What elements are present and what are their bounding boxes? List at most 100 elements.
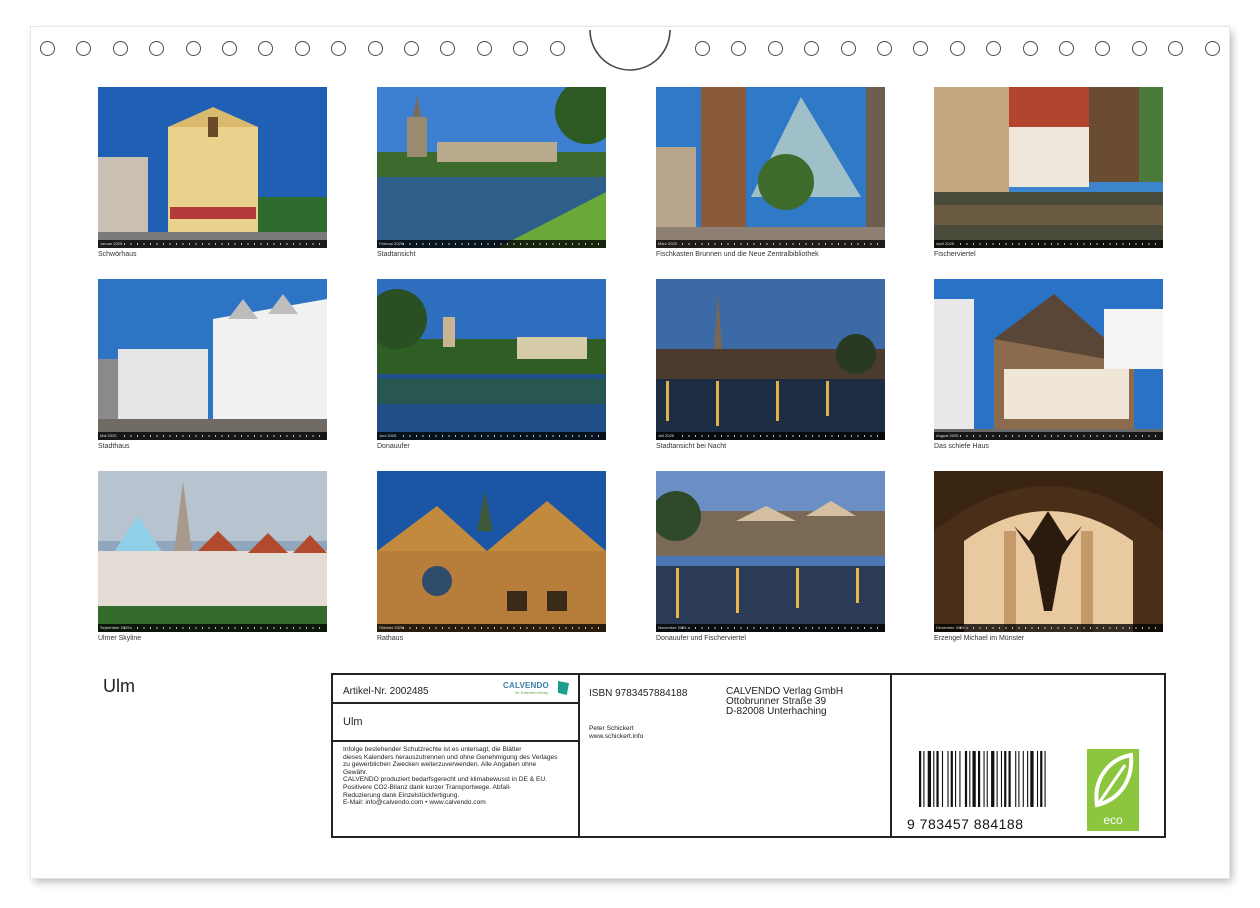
day-ticks bbox=[403, 627, 604, 629]
month-label: März 2025 bbox=[658, 241, 677, 246]
date-strip: Januar 2025 bbox=[98, 240, 327, 248]
date-strip: Juni 2025 bbox=[377, 432, 606, 440]
date-strip: Februar 2025 bbox=[377, 240, 606, 248]
month-photo: März 2025 bbox=[656, 87, 885, 248]
binding-hole bbox=[258, 41, 274, 56]
month-photo: Oktober 2025 bbox=[377, 471, 606, 632]
publisher-address: CALVENDO Verlag GmbH Ottobrunner Straße … bbox=[726, 687, 843, 717]
day-ticks bbox=[960, 627, 1161, 629]
day-ticks bbox=[403, 243, 604, 245]
binding-hole bbox=[476, 41, 492, 56]
legal-text: Infolge bestehender Schutzrechte ist es … bbox=[343, 746, 558, 807]
day-ticks bbox=[124, 243, 325, 245]
date-strip: Oktober 2025 bbox=[377, 624, 606, 632]
month-label: Juli 2025 bbox=[658, 433, 675, 438]
publisher-text: CALVENDO Verlag GmbH Ottobrunner Straße … bbox=[726, 686, 844, 717]
eco-label: eco bbox=[1103, 813, 1123, 827]
month-photo: Juni 2025 bbox=[377, 279, 606, 440]
binding-hole bbox=[1022, 41, 1038, 56]
binding-hole bbox=[1204, 41, 1220, 56]
photo-caption: Schwörhaus bbox=[98, 251, 137, 258]
isbn: ISBN 9783457884188 bbox=[589, 688, 688, 699]
binding-hole bbox=[1059, 41, 1074, 56]
date-strip: September 2025 bbox=[98, 624, 327, 632]
binding-hole bbox=[185, 41, 201, 56]
info-middle-column: ISBN 9783457884188 CALVENDO Verlag GmbH … bbox=[580, 675, 892, 836]
month-label: Mai 2025 bbox=[100, 433, 117, 438]
date-strip: Juli 2025 bbox=[656, 432, 885, 440]
info-box: Artikel-Nr. 2002485 CALVENDO Ihr Kalende… bbox=[331, 673, 1166, 838]
date-strip: März 2025 bbox=[656, 240, 885, 248]
day-ticks bbox=[682, 627, 883, 629]
binding-hole bbox=[112, 41, 128, 56]
day-ticks bbox=[124, 435, 325, 437]
photo-caption: Fischerviertel bbox=[934, 251, 976, 258]
binding-hole bbox=[40, 41, 55, 56]
calvendo-logo: CALVENDO Ihr Kalenderverlag bbox=[503, 680, 569, 698]
subtitle-row: Ulm bbox=[333, 704, 578, 742]
month-label: Februar 2025 bbox=[379, 241, 404, 246]
binding-hole bbox=[549, 41, 565, 56]
month-photo: Juli 2025 bbox=[656, 279, 885, 440]
binding-hole bbox=[294, 41, 310, 56]
binding-hole bbox=[1131, 41, 1147, 56]
month-label: August 2025 bbox=[936, 433, 959, 438]
photo-caption: Stadtansicht bbox=[377, 251, 416, 258]
month-photo: November 2025 bbox=[656, 471, 885, 632]
date-strip: November 2025 bbox=[656, 624, 885, 632]
info-left-column: Artikel-Nr. 2002485 CALVENDO Ihr Kalende… bbox=[333, 675, 580, 836]
binding-hole bbox=[949, 41, 965, 56]
month-photo: Februar 2025 bbox=[377, 87, 606, 248]
binding-hole bbox=[367, 41, 383, 56]
month-photo: Mai 2025 bbox=[98, 279, 327, 440]
binding-hole bbox=[986, 41, 1002, 56]
day-ticks bbox=[682, 243, 883, 245]
month-photo: September 2025 bbox=[98, 471, 327, 632]
day-ticks bbox=[960, 243, 1161, 245]
leaf-icon bbox=[1094, 752, 1134, 808]
photo-caption: Fischkasten Brunnen und die Neue Zentral… bbox=[656, 251, 819, 258]
month-label: Januar 2025 bbox=[100, 241, 123, 246]
binding-hole bbox=[404, 41, 419, 56]
binding-hole bbox=[76, 41, 92, 56]
photo-caption: Das schiefe Haus bbox=[934, 443, 989, 450]
month-label: Oktober 2025 bbox=[379, 625, 404, 630]
barcode bbox=[919, 751, 1047, 807]
binding-hole bbox=[804, 41, 820, 56]
binding-hole bbox=[222, 41, 237, 56]
article-number: Artikel-Nr. 2002485 bbox=[343, 686, 429, 697]
binding-hole bbox=[1168, 41, 1184, 56]
binding-hole bbox=[731, 41, 747, 56]
binding-hole bbox=[877, 41, 892, 56]
photo-caption: Ulmer Skyline bbox=[98, 635, 142, 642]
photo-caption: Donauufer und Fischerviertel bbox=[656, 635, 746, 642]
logo-tagline: Ihr Kalenderverlag bbox=[515, 690, 548, 695]
binding-hole bbox=[767, 41, 783, 56]
month-photo: April 2025 bbox=[934, 87, 1163, 248]
binding-hole bbox=[513, 41, 529, 56]
binding-hole bbox=[840, 41, 856, 56]
photo-caption: Stadthaus bbox=[98, 443, 130, 450]
calendar-subtitle: Ulm bbox=[343, 716, 363, 728]
date-strip: Dezember 2025 bbox=[934, 624, 1163, 632]
day-ticks bbox=[403, 435, 604, 437]
photo-caption: Stadtansicht bei Nacht bbox=[656, 443, 727, 450]
photo-caption: Erzengel Michael im Münster bbox=[934, 635, 1025, 642]
binding-hole bbox=[440, 41, 456, 56]
day-ticks bbox=[960, 435, 1161, 437]
hanger-notch bbox=[589, 29, 671, 71]
month-label: April 2025 bbox=[936, 241, 955, 246]
logo-brand: CALVENDO bbox=[503, 681, 549, 690]
month-photo: Dezember 2025 bbox=[934, 471, 1163, 632]
photo-caption: Rathaus bbox=[377, 635, 404, 642]
info-right-column: 9 783457 884188 eco bbox=[892, 675, 1164, 836]
photographer-text: Peter Schickert www.schickert.info bbox=[589, 725, 644, 740]
date-strip: Mai 2025 bbox=[98, 432, 327, 440]
binding-hole bbox=[1095, 41, 1111, 56]
eco-badge: eco bbox=[1087, 749, 1139, 831]
barcode-number: 9 783457 884188 bbox=[907, 816, 1024, 832]
calendar-title: Ulm bbox=[103, 676, 135, 696]
logo-mark-icon bbox=[558, 681, 569, 695]
binding-hole bbox=[913, 41, 929, 56]
day-ticks bbox=[682, 435, 883, 437]
